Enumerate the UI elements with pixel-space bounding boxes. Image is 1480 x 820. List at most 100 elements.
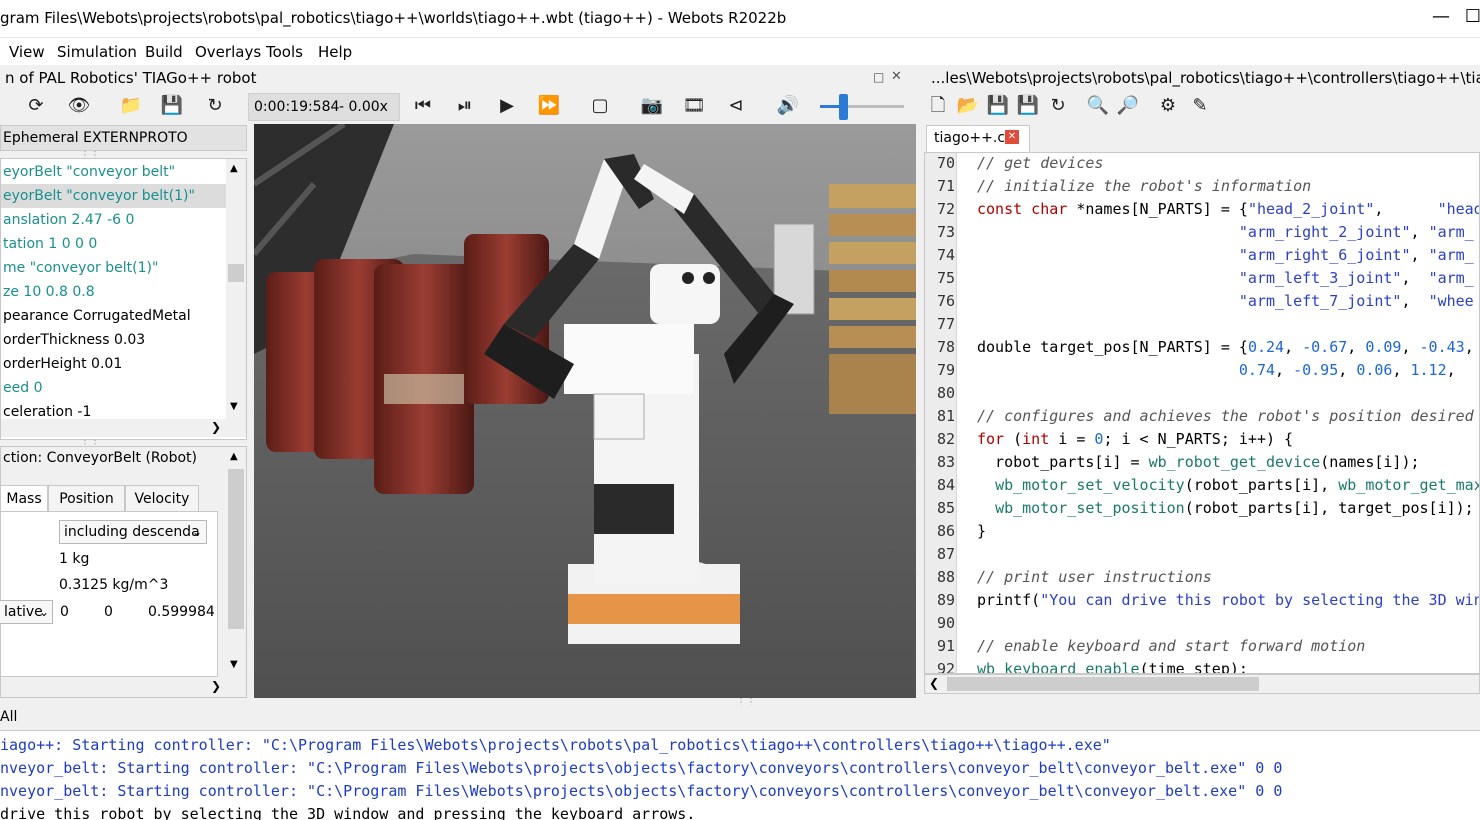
code-line[interactable]: printf("You can drive this robot by sele… (977, 591, 1479, 609)
menu-view[interactable]: View (9, 43, 45, 61)
menu-help[interactable]: Help (318, 43, 352, 61)
save-world-icon[interactable]: 💾 (160, 94, 184, 118)
minimize-button[interactable]: — (1426, 6, 1456, 32)
panel-float-icon[interactable]: □ (873, 70, 884, 84)
code-line[interactable]: "arm_right_6_joint", "arm_ (977, 246, 1474, 264)
scroll-right-icon[interactable]: ❯ (211, 420, 221, 434)
code-editor[interactable]: 70 71 72 73 74 75 76 77 78 79 80 81 82 83 84 85 86 87 88 89… (924, 152, 1480, 674)
volume-slider-track[interactable] (820, 105, 904, 108)
scroll-up-icon-2[interactable]: ▲ (230, 451, 238, 462)
menu-overlays[interactable]: Overlays (195, 43, 261, 61)
scene-tree-vscroll[interactable]: ▲ ▼ (226, 159, 246, 419)
code-line[interactable]: } (977, 522, 986, 540)
tree-item-rotation[interactable]: tation 1 0 0 0 (1, 232, 226, 256)
field-editor-vscroll[interactable]: ▲ ▼ (226, 447, 246, 677)
code-line[interactable]: // initialize the robot's information (977, 177, 1311, 195)
line-number: 81 (936, 407, 955, 425)
cube-view-icon[interactable]: ▢ (588, 94, 612, 118)
scene-tree-hscroll[interactable]: ❯ (1, 419, 246, 437)
find-replace-icon[interactable]: 🔎 (1116, 94, 1140, 118)
panel-close-icon[interactable]: ✕ (891, 69, 902, 84)
code-line[interactable]: // print user instructions (977, 568, 1212, 586)
code-line[interactable]: "arm_left_3_joint", "arm_ (977, 269, 1474, 287)
play-icon[interactable]: ▶ (495, 94, 519, 118)
mass-mode-select[interactable]: including descenda ⌄ (59, 520, 207, 544)
console-filter[interactable]: All (0, 709, 17, 725)
line-number: 92 (936, 660, 955, 674)
scroll-up-icon[interactable]: ▲ (230, 163, 238, 174)
tree-item-border-height[interactable]: orderHeight 0.01 (1, 352, 226, 376)
step-icon[interactable]: ⏯ (453, 94, 477, 118)
close-tab-icon[interactable]: ✕ (1005, 130, 1019, 144)
code-line[interactable]: for (int i = 0; i < N_PARTS; i++) { (977, 430, 1293, 448)
ephemeral-header[interactable]: Ephemeral EXTERNPROTO (0, 125, 247, 151)
code-line[interactable]: 0.74, -0.95, 0.06, 1.12, (977, 361, 1456, 379)
sim-time: 0:00:19:584 (254, 99, 340, 115)
step-back-icon[interactable]: ⏮ (411, 94, 435, 118)
line-number: 84 (936, 476, 955, 494)
tree-item-conveyor-belt-1[interactable]: eyorBelt "conveyor belt(1)" (1, 184, 226, 208)
code-line[interactable]: wb_motor_set_position(robot_parts[i], ta… (977, 499, 1474, 517)
code-line[interactable]: wb_keyboard_enable(time_step); (977, 660, 1248, 673)
volume-icon[interactable]: 🔊 (776, 94, 800, 118)
menu-build[interactable]: Build (145, 43, 183, 61)
sim-speed: - 0.00x (339, 99, 388, 115)
reload-world-icon[interactable]: ⟳ (24, 94, 48, 118)
screenshot-camera-icon[interactable]: 📷 (640, 94, 664, 118)
com-y: 0 (104, 604, 113, 620)
code-line[interactable]: "arm_right_2_joint", "arm_ (977, 223, 1474, 241)
tree-item-size[interactable]: ze 10 0.8 0.8 (1, 280, 226, 304)
editor-hscroll-thumb[interactable] (947, 677, 1259, 691)
maximize-button[interactable]: ☐ (1458, 6, 1480, 32)
scene-tree-vscroll-thumb[interactable] (228, 264, 244, 282)
tab-mass[interactable]: Mass (0, 485, 48, 512)
tab-velocity[interactable]: Velocity (125, 485, 199, 512)
code-line[interactable]: // enable keyboard and start forward mot… (977, 637, 1365, 655)
editor-tab[interactable]: tiago++.c ✕ (926, 125, 1030, 152)
find-icon[interactable]: 🔍 (1086, 94, 1110, 118)
3d-viewport[interactable] (254, 124, 916, 698)
code-line[interactable]: const char *names[N_PARTS] = {"head_2_jo… (977, 200, 1479, 218)
code-line[interactable]: robot_parts[i] = wb_robot_get_device(nam… (977, 453, 1419, 471)
tree-item-conveyor-belt[interactable]: eyorBelt "conveyor belt" (1, 160, 226, 184)
console-output: iago++: Starting controller: "C:\Program… (0, 730, 1480, 820)
new-file-icon[interactable]: 🗋 (926, 94, 950, 118)
field-editor-hscroll[interactable]: ❯ (1, 678, 246, 696)
scroll-down-icon-2[interactable]: ▼ (230, 659, 238, 670)
record-movie-icon[interactable]: 🎞 (682, 94, 706, 118)
fast-forward-icon[interactable]: ⏩ (537, 94, 561, 118)
code-line[interactable]: // get devices (977, 154, 1103, 172)
tree-item-translation[interactable]: anslation 2.47 -6 0 (1, 208, 226, 232)
code-line[interactable]: "arm_left_7_joint", "whee (977, 292, 1474, 310)
code-line[interactable]: wb_motor_set_velocity(robot_parts[i], wb… (977, 476, 1479, 494)
editor-hscroll[interactable]: ❮ (924, 674, 1480, 694)
reset-simulation-icon[interactable]: ↻ (203, 94, 227, 118)
open-file-icon[interactable]: 📂 (956, 94, 980, 118)
com-mode-value: lative (4, 604, 43, 620)
com-mode-select[interactable]: lative ⌄ (0, 600, 53, 624)
visibility-eye-icon[interactable]: 👁 (67, 94, 91, 118)
scroll-left-icon[interactable]: ❮ (929, 676, 939, 690)
line-number: 87 (936, 545, 955, 563)
code-line[interactable]: // configures and achieves the robot's p… (977, 407, 1474, 425)
tree-item-speed[interactable]: eed 0 (1, 376, 226, 400)
revert-icon[interactable]: ↻ (1046, 94, 1070, 118)
build-gear-icon[interactable]: ⚙ (1156, 94, 1180, 118)
tree-item-name[interactable]: me "conveyor belt(1)" (1, 256, 226, 280)
ephemeral-label: Ephemeral EXTERNPROTO (3, 130, 188, 146)
field-editor-vscroll-thumb[interactable] (228, 469, 244, 629)
scroll-down-icon[interactable]: ▼ (230, 401, 238, 412)
open-folder-icon[interactable]: 📁 (119, 94, 143, 118)
clean-broom-icon[interactable]: ✎ (1188, 94, 1212, 118)
menu-tools[interactable]: Tools (266, 43, 303, 61)
tree-item-appearance[interactable]: pearance CorrugatedMetal (1, 304, 226, 328)
volume-slider-handle[interactable] (838, 94, 848, 120)
share-icon[interactable]: ⊲ (724, 94, 748, 118)
scroll-right-icon-2[interactable]: ❯ (211, 679, 221, 693)
save-all-icon[interactable]: 💾 (1016, 94, 1040, 118)
tab-position[interactable]: Position (48, 485, 125, 512)
tree-item-border-thickness[interactable]: orderThickness 0.03 (1, 328, 226, 352)
menu-simulation[interactable]: Simulation (57, 43, 137, 61)
code-line[interactable]: double target_pos[N_PARTS] = {0.24, -0.6… (977, 338, 1474, 356)
save-file-icon[interactable]: 💾 (986, 94, 1010, 118)
